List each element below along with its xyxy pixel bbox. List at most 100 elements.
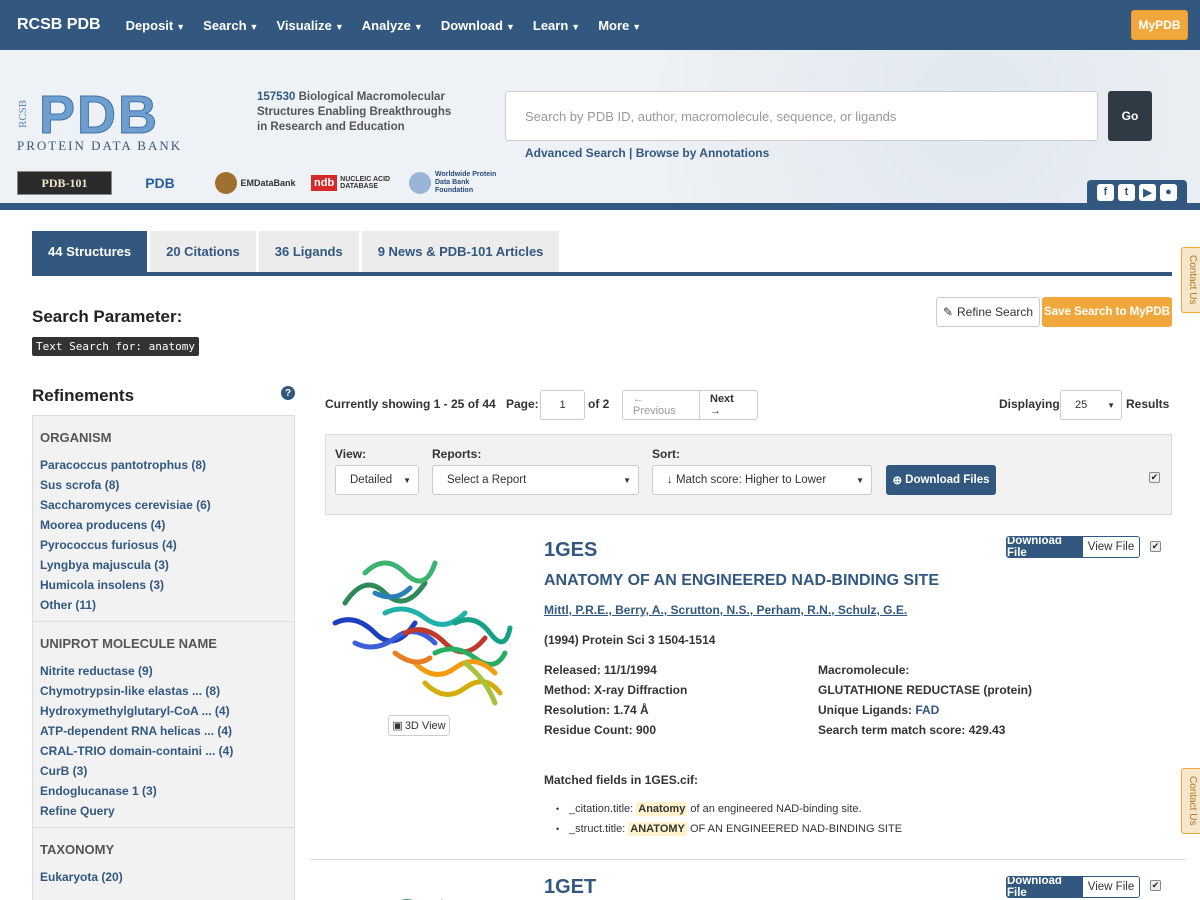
3d-view-button[interactable]: ▣ 3D View xyxy=(388,715,450,736)
results-count: Currently showing 1 - 25 of 44 xyxy=(325,397,496,411)
select-all-checkbox[interactable]: ✔ xyxy=(1149,472,1160,483)
nav-download[interactable]: Download ▼ xyxy=(441,18,515,33)
reports-label: Reports: xyxy=(432,447,482,461)
pdb-id-link[interactable]: 1GES xyxy=(544,539,597,562)
caret-down-icon: ▼ xyxy=(856,475,864,485)
structure-count[interactable]: 157530 xyxy=(257,91,295,103)
help-icon[interactable]: ? xyxy=(281,386,295,400)
authors-links[interactable]: Mittl, P.R.E., Berry, A., Scrutton, N.S.… xyxy=(544,603,907,617)
emdb-icon xyxy=(215,172,238,194)
main-search-input[interactable]: Search by PDB ID, author, macromolecule,… xyxy=(505,91,1098,141)
entry-checkbox[interactable]: ✔ xyxy=(1150,880,1161,891)
header-banner: RCSB PDB PROTEIN DATA BANK 157530 Biolog… xyxy=(0,50,1200,204)
download-icon: ⊕ xyxy=(892,475,903,487)
nav-learn[interactable]: Learn ▼ xyxy=(533,18,580,33)
refine-search-button[interactable]: ✎ Refine Search xyxy=(936,297,1040,327)
pdb-id-link[interactable]: 1GET xyxy=(544,876,596,899)
structure-thumbnail[interactable] xyxy=(385,890,445,900)
cube-icon: ▣ xyxy=(392,720,403,732)
refinement-item[interactable]: Paracoccus pantotrophus (8) xyxy=(40,455,287,475)
youtube-icon[interactable]: ▶ xyxy=(1139,183,1156,201)
refinement-item[interactable]: Nitrite reductase (9) xyxy=(40,661,287,681)
nav-analyze[interactable]: Analyze ▼ xyxy=(362,18,423,33)
match-score: Search term match score: 429.43 xyxy=(818,723,1006,737)
rcsb-pdb-logo[interactable]: RCSB PDB PROTEIN DATA BANK xyxy=(17,85,247,155)
facebook-icon[interactable]: f xyxy=(1097,183,1114,201)
structure-thumbnail[interactable] xyxy=(325,543,515,713)
refinement-item[interactable]: Hydroxymethylglutaryl-CoA ... (4) xyxy=(40,701,287,721)
view-file-button[interactable]: View File xyxy=(1083,537,1139,557)
github-icon[interactable]: ● xyxy=(1160,183,1177,201)
refinement-item[interactable]: Saccharomyces cerevisiae (6) xyxy=(40,495,287,515)
save-search-button[interactable]: Save Search to MyPDB xyxy=(1042,297,1172,327)
entry-meta-right: Macromolecule: GLUTATHIONE REDUCTASE (pr… xyxy=(818,660,1032,740)
refinement-item[interactable]: Sus scrofa (8) xyxy=(40,475,287,495)
previous-page-button[interactable]: ← Previous xyxy=(623,391,700,419)
refinement-item[interactable]: Endoglucanase 1 (3) xyxy=(40,781,287,801)
refinement-item[interactable]: Pyrococcus furiosus (4) xyxy=(40,535,287,555)
entry-checkbox[interactable]: ✔ xyxy=(1150,541,1161,552)
refinement-item[interactable]: CRAL-TRIO domain-containi ... (4) xyxy=(40,741,287,761)
refine-query-link[interactable]: Refine Query xyxy=(40,801,287,821)
sort-label: Sort: xyxy=(652,447,680,461)
view-file-button[interactable]: View File xyxy=(1083,877,1139,897)
tab-structures[interactable]: 44 Structures xyxy=(32,231,148,272)
download-file-button[interactable]: Download File xyxy=(1007,537,1083,557)
caret-down-icon: ▼ xyxy=(176,21,186,32)
refinement-item[interactable]: CurB (3) xyxy=(40,761,287,781)
refinement-item[interactable]: Humicola insolens (3) xyxy=(40,575,287,595)
ndb-logo[interactable]: ndb NUCLEIC ACID DATABASE xyxy=(311,171,401,195)
residue-count: Residue Count: 900 xyxy=(544,723,657,737)
tab-citations[interactable]: 20 Citations xyxy=(150,231,256,272)
reports-select[interactable]: Select a Report ▼ xyxy=(432,465,639,495)
next-page-button[interactable]: Next → xyxy=(700,391,757,419)
wwpdb-logo[interactable]: PDB xyxy=(120,171,200,195)
pdb101-logo[interactable]: PDB-101 xyxy=(17,171,112,195)
tagline: 157530 Biological Macromolecular Structu… xyxy=(257,91,452,133)
refinement-item[interactable]: Chymotrypsin-like elastas ... (8) xyxy=(40,681,287,701)
tab-news-articles[interactable]: 9 News & PDB-101 Articles xyxy=(361,231,560,272)
download-files-button[interactable]: ⊕ Download Files xyxy=(886,465,996,495)
refinement-section-organism: ORGANISM Paracoccus pantotrophus (8) Sus… xyxy=(33,416,294,622)
nav-deposit[interactable]: Deposit ▼ xyxy=(126,18,186,33)
refinement-item[interactable]: Moorea producens (4) xyxy=(40,515,287,535)
tabs-underline xyxy=(32,272,1172,276)
matched-fields-list: _citation.title: Anatomy of an engineere… xyxy=(556,799,902,839)
caret-down-icon: ▼ xyxy=(249,21,259,32)
download-file-button[interactable]: Download File xyxy=(1007,877,1083,897)
citation: (1994) Protein Sci 3 1504-1514 xyxy=(544,633,716,647)
wwpdb-foundation-logo[interactable]: Worldwide Protein Data Bank Foundation xyxy=(409,171,509,195)
page-number-input[interactable]: 1 xyxy=(540,390,585,420)
contact-us-tab[interactable]: Contact Us xyxy=(1181,768,1200,834)
ligand-link[interactable]: FAD xyxy=(915,703,939,717)
pager: ← Previous Next → xyxy=(622,390,758,420)
nav-more[interactable]: More ▼ xyxy=(598,18,641,33)
result-tabs: 44 Structures 20 Citations 36 Ligands 9 … xyxy=(32,231,560,272)
nav-search[interactable]: Search ▼ xyxy=(203,18,258,33)
refinement-item[interactable]: ATP-dependent RNA helicas ... (4) xyxy=(40,721,287,741)
refinement-item[interactable]: Other (11) xyxy=(40,595,287,615)
entry-title-link[interactable]: ANATOMY OF AN ENGINEERED NAD-BINDING SIT… xyxy=(544,572,939,590)
refinement-item[interactable]: Eukaryota (20) xyxy=(40,867,287,887)
advanced-search-links[interactable]: Advanced Search | Browse by Annotations xyxy=(525,146,769,160)
entry-separator xyxy=(310,859,1186,860)
entry-file-buttons: Download File View File xyxy=(1006,876,1140,898)
method: Method: X-ray Diffraction xyxy=(544,683,688,697)
refinement-section-uniprot: UNIPROT MOLECULE NAME Nitrite reductase … xyxy=(33,622,294,828)
refinement-item[interactable]: Lyngbya majuscula (3) xyxy=(40,555,287,575)
page-total: of 2 xyxy=(588,397,610,411)
view-select[interactable]: Detailed ▼ xyxy=(335,465,419,495)
brand-link[interactable]: RCSB PDB xyxy=(17,16,101,34)
nav-visualize[interactable]: Visualize ▼ xyxy=(276,18,343,33)
resolution: Resolution: 1.74 Å xyxy=(544,703,649,717)
search-go-button[interactable]: Go xyxy=(1108,91,1152,141)
emdatabank-logo[interactable]: EMDataBank xyxy=(208,171,303,195)
tab-ligands[interactable]: 36 Ligands xyxy=(258,231,359,272)
sort-select[interactable]: ↓ Match score: Higher to Lower ▼ xyxy=(652,465,872,495)
social-links: f t ▶ ● xyxy=(1087,180,1187,204)
match-highlight: ANATOMY xyxy=(628,822,687,836)
twitter-icon[interactable]: t xyxy=(1118,183,1135,201)
results-per-page-select[interactable]: 25 ▼ xyxy=(1060,390,1122,420)
mypdb-button[interactable]: MyPDB xyxy=(1131,10,1188,40)
contact-us-tab[interactable]: Contact Us xyxy=(1181,247,1200,313)
